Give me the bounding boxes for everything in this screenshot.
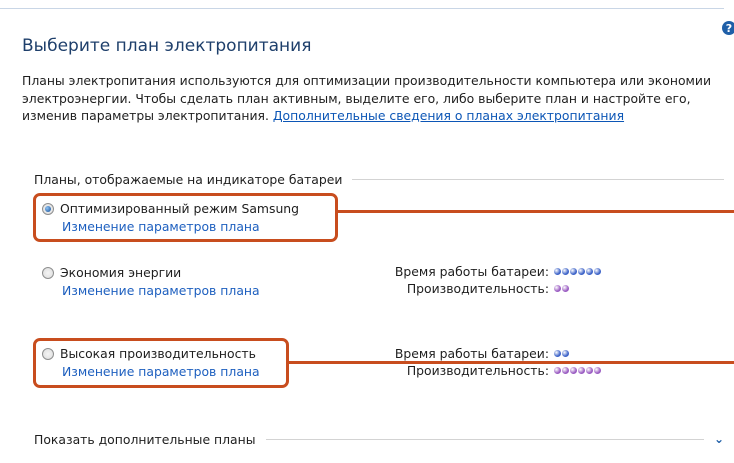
rating-dot: [578, 268, 585, 275]
rating-dot: [562, 268, 569, 275]
performance-row: Производительность:: [353, 363, 601, 379]
change-plan-settings-link[interactable]: Изменение параметров плана: [62, 282, 260, 300]
performance-label: Производительность:: [406, 363, 549, 378]
rating-dot: [562, 367, 569, 374]
plan-power-saver: Экономия энергии Изменение параметров пл…: [42, 263, 260, 300]
highlight-box-high-performance-plan: [33, 338, 289, 388]
page-title: Выберите план электропитания: [22, 36, 312, 56]
rating-dot: [554, 285, 561, 292]
performance-rating-dots: [554, 367, 601, 374]
plan-stats: Время работы батареи: Производительность…: [353, 264, 601, 297]
highlight-callout-line: [289, 361, 734, 364]
performance-label: Производительность:: [406, 281, 549, 296]
battery-label: Время работы батареи:: [394, 346, 549, 361]
plan-option[interactable]: Экономия энергии: [42, 263, 260, 282]
highlight-box-samsung-plan: [33, 193, 338, 242]
plans-group-label: Планы, отображаемые на индикаторе батаре…: [34, 171, 343, 187]
battery-rating-dots: [554, 350, 569, 357]
plans-group-header: Планы, отображаемые на индикаторе батаре…: [34, 170, 724, 188]
description: Планы электропитания используются для оп…: [22, 72, 727, 125]
more-info-link[interactable]: Дополнительные сведения о планах электро…: [273, 108, 624, 123]
rating-dot: [594, 268, 601, 275]
performance-row: Производительность:: [353, 281, 601, 297]
rating-dot: [570, 268, 577, 275]
rating-dot: [594, 367, 601, 374]
highlight-callout-line: [338, 210, 734, 213]
performance-rating-dots: [554, 285, 569, 292]
plan-name: Экономия энергии: [60, 265, 182, 280]
battery-label: Время работы батареи:: [394, 264, 549, 279]
battery-row: Время работы батареи:: [353, 264, 601, 280]
rating-dot: [554, 350, 561, 357]
more-plans-divider: [265, 438, 704, 440]
top-divider: [0, 8, 724, 9]
group-divider: [352, 178, 724, 180]
rating-dot: [554, 367, 561, 374]
rating-dot: [562, 350, 569, 357]
battery-row: Время работы батареи:: [353, 346, 601, 362]
help-icon[interactable]: ?: [722, 21, 734, 35]
rating-dot: [554, 268, 561, 275]
chevron-down-icon[interactable]: ⌄: [714, 432, 724, 446]
rating-dot: [586, 367, 593, 374]
rating-dot: [562, 285, 569, 292]
rating-dot: [570, 367, 577, 374]
battery-rating-dots: [554, 268, 601, 275]
show-more-plans-label: Показать дополнительные планы: [34, 431, 256, 447]
radio-button[interactable]: [42, 266, 54, 279]
rating-dot: [578, 367, 585, 374]
show-more-plans[interactable]: Показать дополнительные планы ⌄: [34, 430, 724, 448]
rating-dot: [586, 268, 593, 275]
